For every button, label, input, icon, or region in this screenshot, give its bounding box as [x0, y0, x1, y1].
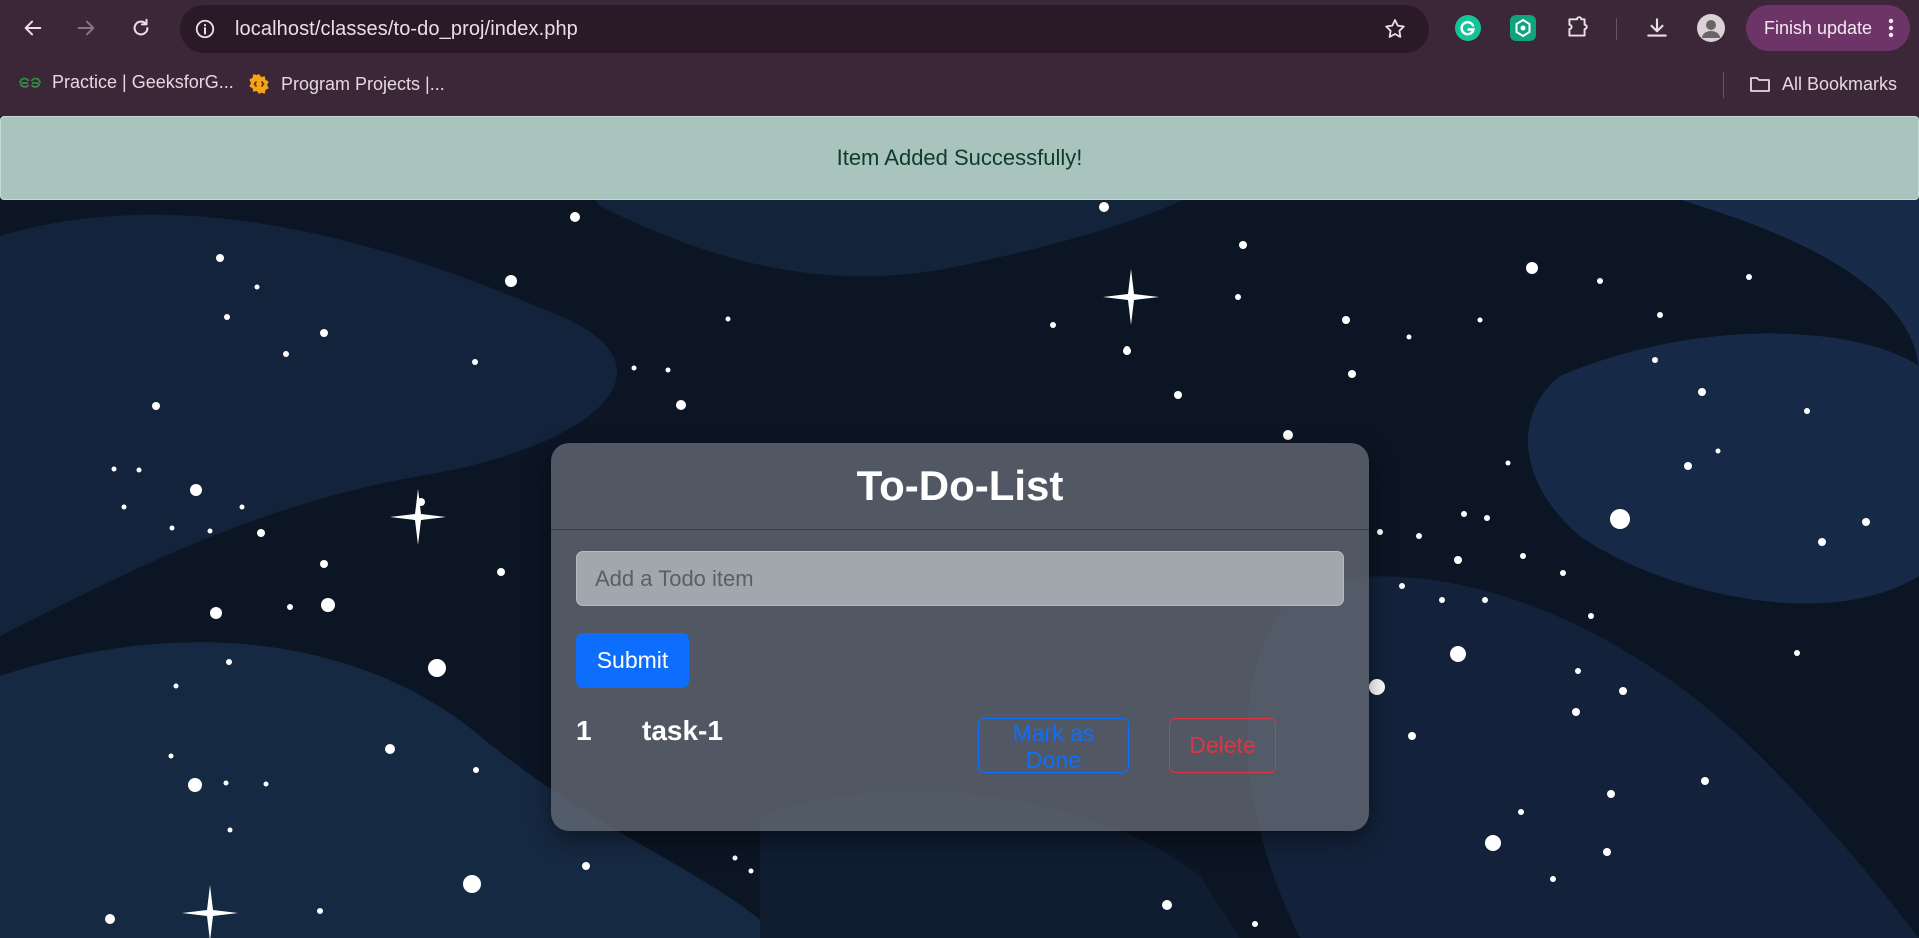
all-bookmarks-label: All Bookmarks — [1782, 73, 1898, 94]
submit-button[interactable]: Submit — [576, 633, 689, 688]
back-arrow-icon — [24, 20, 42, 36]
page-viewport: Item Added Successfully! To-Do-List Subm… — [0, 116, 1919, 938]
reload-icon — [133, 18, 149, 36]
finish-update-button[interactable]: Finish update — [1746, 5, 1910, 51]
browser-chrome: localhost/classes/to-do_proj/index.php F… — [0, 0, 1919, 116]
geeksforgeeks-icon — [19, 77, 41, 88]
bookmark-label: Practice | GeeksforG... — [52, 72, 234, 92]
todo-card: To-Do-List Submit 1 task-1 Mark as Done … — [551, 443, 1369, 831]
avatar — [1697, 14, 1725, 42]
reload-button[interactable] — [125, 12, 157, 44]
site-info-icon[interactable] — [194, 18, 216, 40]
delete-button[interactable]: Delete — [1169, 718, 1276, 773]
alert-message: Item Added Successfully! — [836, 145, 1083, 170]
bookmark-geeksforgeeks[interactable]: Practice | GeeksforG... — [18, 72, 234, 93]
toolbar-separator — [1616, 18, 1617, 40]
hexagon-extension-icon — [1510, 15, 1536, 41]
all-bookmarks-button[interactable]: All Bookmarks — [1748, 72, 1897, 96]
puzzle-piece-icon — [1568, 16, 1588, 37]
more-options-icon — [1888, 18, 1894, 38]
program-projects-icon — [249, 74, 269, 94]
extensions-button[interactable] — [1563, 14, 1591, 42]
bookmark-label: Program Projects |... — [281, 73, 445, 94]
bookmarks-bar: Practice | GeeksforG... Program Projects… — [0, 64, 1919, 104]
mark-as-done-button[interactable]: Mark as Done — [978, 718, 1129, 773]
todo-item-text: task-1 — [642, 715, 723, 746]
forward-button[interactable] — [70, 12, 102, 44]
finish-update-label: Finish update — [1764, 17, 1873, 38]
success-alert: Item Added Successfully! — [0, 116, 1919, 200]
todo-input[interactable] — [576, 551, 1344, 606]
profile-avatar-button[interactable] — [1697, 14, 1725, 42]
todo-item-row: 1 task-1 Mark as Done Delete — [551, 711, 1369, 773]
folder-icon — [1750, 77, 1770, 92]
chatgpt-extension-button[interactable] — [1509, 14, 1537, 42]
address-bar[interactable]: localhost/classes/to-do_proj/index.php — [180, 5, 1429, 53]
todo-item-number: 1 — [576, 715, 592, 746]
grammarly-extension-button[interactable] — [1454, 14, 1482, 42]
grammarly-icon — [1455, 15, 1481, 41]
downloads-button[interactable] — [1643, 14, 1671, 42]
page-title: To-Do-List — [551, 443, 1369, 530]
browser-toolbar: localhost/classes/to-do_proj/index.php F… — [0, 0, 1919, 56]
url-text: localhost/classes/to-do_proj/index.php — [235, 18, 578, 40]
bookmarks-separator — [1723, 72, 1724, 98]
forward-arrow-icon — [77, 20, 95, 36]
bookmark-program-projects[interactable]: Program Projects |... — [247, 72, 445, 96]
back-button[interactable] — [17, 12, 49, 44]
bookmark-star-icon[interactable] — [1383, 17, 1407, 41]
download-icon — [1647, 18, 1667, 37]
